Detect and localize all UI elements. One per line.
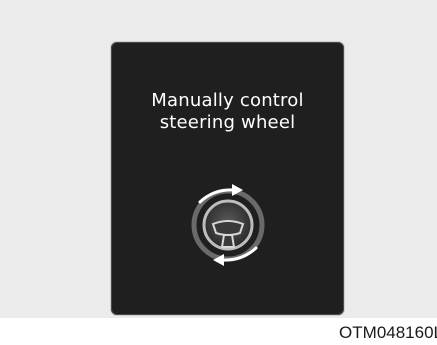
steering-wheel-rotate-icon — [191, 184, 265, 266]
figure-code: OTM048160L — [339, 323, 437, 342]
warning-message: Manually control steering wheel — [111, 90, 344, 134]
warning-message-line-1: Manually control — [151, 90, 304, 111]
cluster-display: Manually control steering wheel — [111, 42, 344, 315]
warning-message-line-2: steering wheel — [159, 112, 296, 133]
